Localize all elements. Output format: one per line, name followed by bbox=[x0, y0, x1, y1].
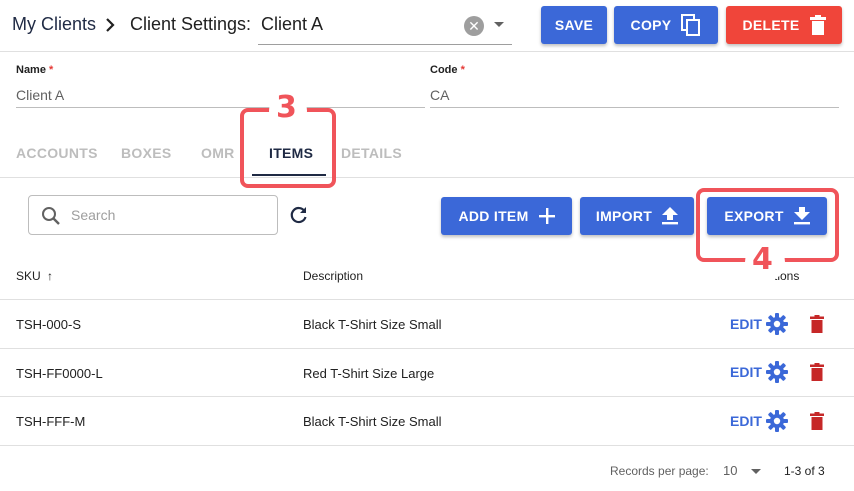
table-row-sku: TSH-FFF-M bbox=[16, 414, 86, 429]
table-header-divider bbox=[0, 299, 854, 300]
header-divider bbox=[0, 51, 854, 52]
import-button[interactable]: IMPORT bbox=[580, 197, 694, 235]
upload-icon bbox=[662, 207, 679, 225]
search-placeholder: Search bbox=[71, 207, 116, 223]
required-mark: * bbox=[49, 64, 54, 76]
table-row-description: Black T-Shirt Size Small bbox=[303, 414, 442, 429]
name-field-label: Name * bbox=[16, 64, 53, 76]
pagination-range: 1-3 of 3 bbox=[784, 464, 825, 478]
copy-button[interactable]: COPY bbox=[614, 6, 718, 44]
trash-icon[interactable] bbox=[809, 412, 825, 435]
copy-button-label: COPY bbox=[630, 17, 672, 33]
tab-omr[interactable]: OMR bbox=[201, 145, 235, 161]
table-row-sku: TSH-000-S bbox=[16, 317, 82, 332]
copy-icon bbox=[681, 14, 701, 36]
client-select[interactable]: Client A ✕ bbox=[258, 8, 512, 45]
edit-button[interactable]: EDIT bbox=[730, 364, 762, 380]
table-row-sku: TSH-FF0000-L bbox=[16, 366, 103, 381]
column-header-description: Description bbox=[303, 269, 364, 283]
tab-boxes[interactable]: BOXES bbox=[121, 145, 172, 161]
tabs-divider bbox=[0, 177, 854, 178]
client-select-value: Client A bbox=[261, 14, 324, 34]
chevron-right-icon bbox=[104, 14, 118, 41]
import-label: IMPORT bbox=[595, 208, 653, 224]
code-label-text: Code bbox=[430, 64, 458, 76]
row-divider bbox=[0, 348, 854, 349]
delete-button[interactable]: DELETE bbox=[726, 6, 842, 44]
tab-accounts[interactable]: ACCOUNTS bbox=[16, 145, 98, 161]
plus-icon bbox=[538, 208, 555, 224]
annotation-step-3: 3 bbox=[276, 90, 297, 125]
gear-icon[interactable] bbox=[766, 410, 788, 437]
save-button[interactable]: SAVE bbox=[541, 6, 607, 44]
edit-button[interactable]: EDIT bbox=[730, 413, 762, 429]
trash-icon[interactable] bbox=[809, 363, 825, 386]
dropdown-caret-icon[interactable] bbox=[494, 22, 504, 27]
row-divider bbox=[0, 445, 854, 446]
edit-button[interactable]: EDIT bbox=[730, 316, 762, 332]
search-input[interactable]: Search bbox=[28, 195, 278, 235]
gear-icon[interactable] bbox=[766, 361, 788, 388]
per-page-caret-icon[interactable] bbox=[751, 469, 761, 474]
row-divider bbox=[0, 396, 854, 397]
clear-icon[interactable]: ✕ bbox=[464, 16, 484, 36]
records-per-page-select[interactable]: 10 bbox=[723, 463, 737, 478]
code-field[interactable]: CA bbox=[430, 87, 449, 103]
arrow-up-icon: ↑ bbox=[47, 269, 54, 283]
save-button-label: SAVE bbox=[554, 17, 594, 33]
name-label-text: Name bbox=[16, 64, 46, 76]
table-row-description: Red T-Shirt Size Large bbox=[303, 366, 435, 381]
table-row-description: Black T-Shirt Size Small bbox=[303, 317, 442, 332]
column-header-sku[interactable]: SKU ↑ bbox=[16, 269, 53, 283]
add-item-button[interactable]: ADD ITEM bbox=[441, 197, 572, 235]
required-mark: * bbox=[460, 64, 465, 76]
search-icon bbox=[41, 206, 61, 231]
sku-header-label: SKU bbox=[16, 269, 41, 283]
add-item-label: ADD ITEM bbox=[458, 208, 529, 224]
code-field-label: Code * bbox=[430, 64, 465, 76]
refresh-icon[interactable] bbox=[289, 205, 309, 230]
code-field-underline bbox=[430, 107, 839, 108]
trash-icon[interactable] bbox=[809, 315, 825, 338]
gear-icon[interactable] bbox=[766, 313, 788, 340]
records-per-page-label: Records per page: bbox=[610, 464, 709, 478]
delete-button-label: DELETE bbox=[742, 17, 800, 33]
name-field-underline bbox=[16, 107, 425, 108]
annotation-step-4: 4 bbox=[752, 242, 773, 277]
trash-icon bbox=[809, 15, 826, 35]
name-field[interactable]: Client A bbox=[16, 87, 64, 103]
page-title: Client Settings: bbox=[130, 14, 252, 34]
tab-details[interactable]: DETAILS bbox=[341, 145, 402, 161]
breadcrumb-my-clients[interactable]: My Clients bbox=[12, 14, 96, 35]
